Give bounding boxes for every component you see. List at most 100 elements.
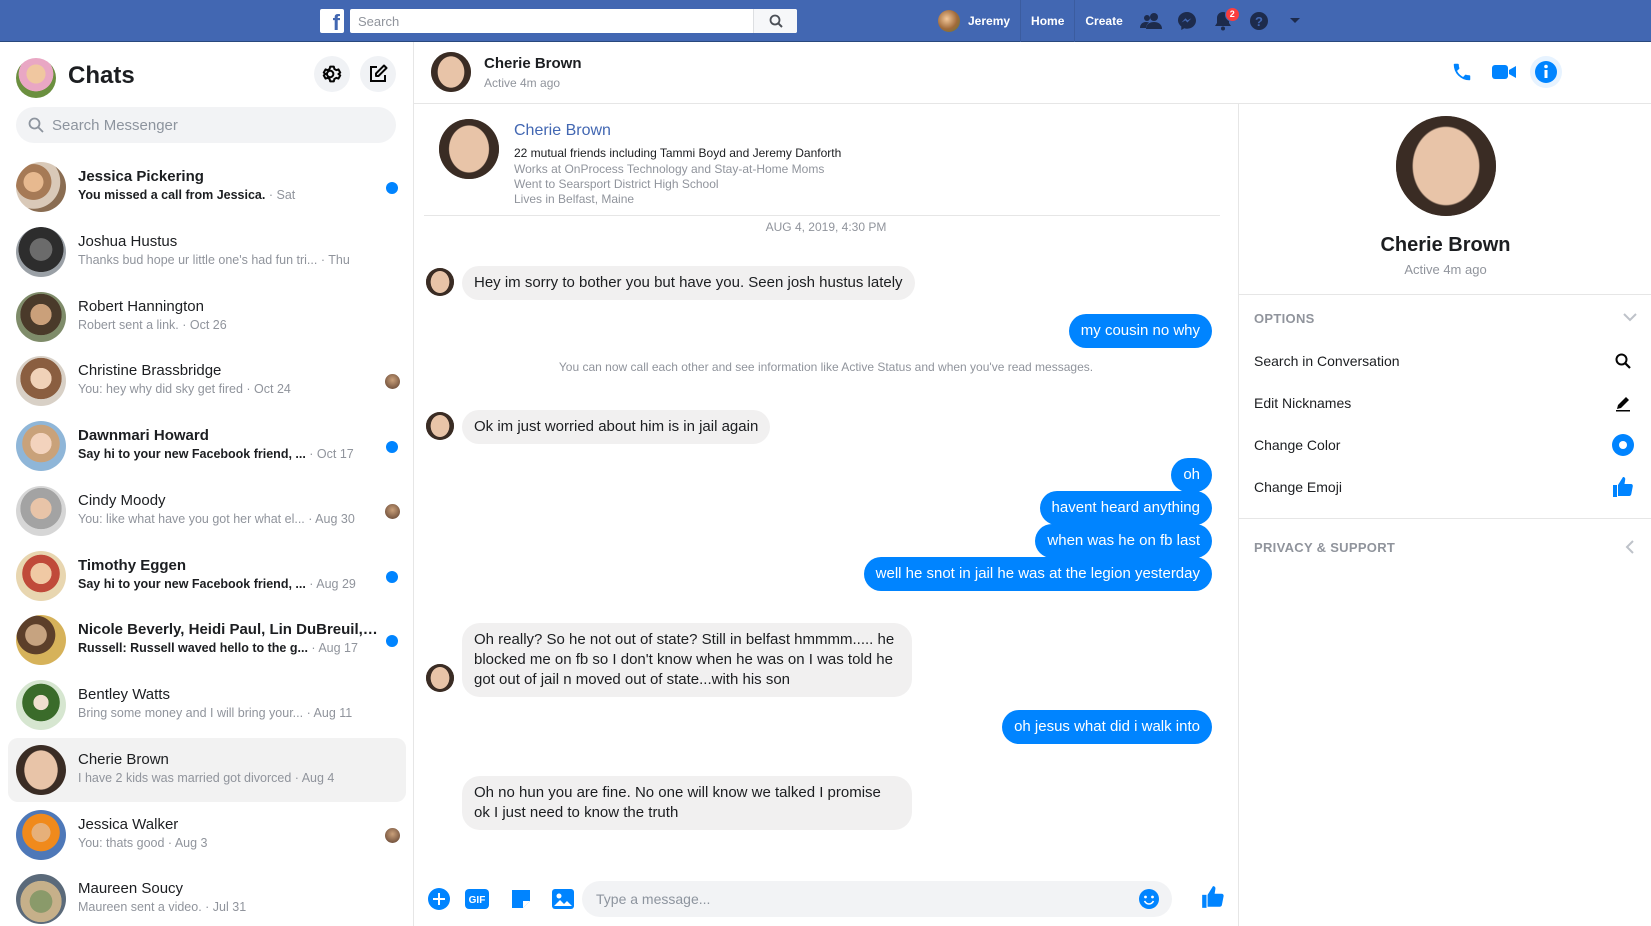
chat-list-item[interactable]: Timothy Eggen Say hi to your new Facebook…: [8, 544, 406, 608]
chat-list: Jessica Pickering You missed a call from …: [8, 155, 406, 926]
unread-indicator: [386, 182, 398, 194]
chat-list-item[interactable]: Dawnmari Howard Say hi to your new Facebo…: [8, 414, 406, 478]
conversation-info-panel: Cherie Brown Active 4m ago OPTIONS Searc…: [1238, 104, 1651, 926]
options-section-title[interactable]: OPTIONS: [1254, 311, 1315, 326]
new-message-button[interactable]: [360, 56, 396, 92]
conversation-avatar[interactable]: [431, 52, 471, 92]
chats-header: Chats: [16, 52, 400, 102]
phone-icon: [1453, 63, 1471, 81]
divider: [1239, 518, 1651, 519]
chat-time: · Sat: [265, 188, 296, 202]
sender-avatar: [426, 412, 454, 440]
emoji-button[interactable]: [1138, 888, 1160, 915]
message-incoming[interactable]: Oh really? So he not out of state? Still…: [462, 623, 912, 697]
facebook-logo[interactable]: f: [320, 9, 344, 33]
chat-snippet: Say hi to your new Facebook friend, ... …: [78, 447, 378, 461]
sender-avatar: [426, 664, 454, 692]
friends-icon: [1139, 13, 1162, 29]
privacy-support-section-title[interactable]: PRIVACY & SUPPORT: [1254, 540, 1395, 555]
send-like-button[interactable]: [1200, 884, 1226, 910]
chat-last-message: Say hi to your new Facebook friend, ...: [78, 447, 306, 461]
search-icon: [28, 117, 44, 133]
message-outgoing[interactable]: oh jesus what did i walk into: [1002, 710, 1212, 744]
chat-name: Bentley Watts: [78, 686, 170, 703]
chat-list-item[interactable]: Bentley Watts Bring some money and I will…: [8, 673, 406, 737]
top-search-input[interactable]: [350, 9, 750, 33]
options-collapse-button[interactable]: [1621, 308, 1639, 326]
messenger-button[interactable]: [1169, 0, 1205, 42]
nav-home-link[interactable]: Home: [1020, 0, 1074, 42]
chat-avatar: [16, 356, 66, 407]
video-call-button[interactable]: [1488, 56, 1520, 88]
nav-profile-link[interactable]: Jeremy: [934, 0, 1020, 42]
nav-user-name: Jeremy: [968, 14, 1011, 28]
chat-name: Joshua Hustus: [78, 232, 178, 250]
info-name[interactable]: Cherie Brown: [1239, 234, 1651, 257]
chat-time: · Oct 17: [305, 447, 354, 461]
conversation-name[interactable]: Cherie Brown: [484, 55, 582, 72]
contact-card-avatar[interactable]: [439, 119, 499, 179]
option-label: Change Color: [1254, 437, 1341, 453]
message-outgoing[interactable]: oh: [1171, 458, 1212, 492]
message-input[interactable]: [582, 881, 1102, 917]
edit-nicknames-option[interactable]: Edit Nicknames: [1254, 386, 1638, 422]
change-emoji-option[interactable]: Change Emoji: [1254, 470, 1638, 506]
message-outgoing[interactable]: when was he on fb last: [1035, 524, 1212, 558]
contact-card-name[interactable]: Cherie Brown: [514, 122, 611, 140]
top-search-button[interactable]: [753, 9, 797, 33]
help-button[interactable]: ?: [1241, 0, 1277, 42]
sticker-button[interactable]: [508, 886, 534, 912]
chat-list-item[interactable]: Joshua Hustus Thanks bud hope ur little o…: [8, 220, 406, 284]
chat-avatar: [16, 291, 66, 342]
chat-name: Robert Hannington: [78, 297, 204, 315]
top-nav-right: Jeremy Home Create 2 ?: [934, 0, 1313, 42]
chat-list-item[interactable]: Jessica Pickering You missed a call from …: [8, 155, 406, 219]
message-incoming[interactable]: Hey im sorry to bother you but have you.…: [462, 266, 915, 300]
friend-requests-button[interactable]: [1133, 0, 1169, 42]
message-outgoing[interactable]: havent heard anything: [1039, 491, 1212, 525]
chat-name: Cherie Brown: [78, 750, 169, 768]
chat-list-item[interactable]: Cherie Brown I have 2 kids was married go…: [8, 737, 406, 802]
gif-button[interactable]: GIF: [464, 886, 490, 912]
chat-list-item[interactable]: Robert Hannington Robert sent a link. · O…: [8, 285, 406, 349]
chat-list-item[interactable]: Christine Brassbridge You: hey why did sk…: [8, 349, 406, 413]
top-search-box: [350, 9, 797, 33]
search-in-conversation-option[interactable]: Search in Conversation: [1254, 344, 1638, 380]
change-color-option[interactable]: Change Color: [1254, 428, 1638, 464]
message-incoming[interactable]: Ok im just worried about him is in jail …: [462, 410, 771, 444]
my-avatar[interactable]: [16, 58, 56, 98]
account-menu-button[interactable]: [1277, 0, 1313, 42]
conversation-header: Cherie Brown Active 4m ago: [414, 42, 1651, 104]
nav-create-link[interactable]: Create: [1074, 0, 1132, 42]
chevron-left-icon: [1625, 540, 1634, 554]
unread-indicator: [386, 570, 398, 583]
notifications-button[interactable]: 2: [1205, 0, 1241, 42]
conversation-info-button[interactable]: [1530, 56, 1562, 88]
privacy-expand-button[interactable]: [1621, 538, 1639, 556]
more-actions-button[interactable]: [426, 886, 452, 912]
chat-list-item[interactable]: Maureen Soucy Maureen sent a video. · Jul…: [8, 867, 406, 926]
chat-list-item[interactable]: Nicole Beverly, Heidi Paul, Lin DuBreuil…: [8, 608, 406, 672]
caret-down-icon: [1289, 18, 1300, 23]
gear-icon: [322, 65, 342, 83]
voice-call-button[interactable]: [1446, 56, 1478, 88]
nav-avatar: [938, 10, 960, 32]
notification-count-badge: 2: [1224, 7, 1240, 22]
chat-last-message: I have 2 kids was married got divorced: [78, 770, 292, 785]
message-outgoing[interactable]: my cousin no why: [1068, 314, 1212, 348]
chat-list-item[interactable]: Jessica Walker You: thats good · Aug 3: [8, 803, 406, 867]
option-label: Change Emoji: [1254, 479, 1342, 495]
messenger-search-input[interactable]: [52, 116, 372, 134]
chat-avatar: [16, 421, 66, 471]
unread-indicator: [386, 441, 398, 453]
compose-icon: [370, 64, 388, 82]
chat-list-item[interactable]: Cindy Moody You: like what have you got h…: [8, 479, 406, 543]
chat-snippet: I have 2 kids was married got divorced ·…: [78, 771, 378, 785]
system-note: You can now call each other and see info…: [558, 360, 1094, 374]
settings-button[interactable]: [314, 56, 350, 92]
message-outgoing[interactable]: well he snot in jail he was at the legio…: [863, 557, 1212, 591]
message-incoming[interactable]: Oh no hun you are fine. No one will know…: [462, 776, 912, 830]
photo-button[interactable]: [550, 886, 576, 912]
sticker-icon: [512, 890, 530, 908]
info-avatar[interactable]: [1396, 116, 1496, 216]
